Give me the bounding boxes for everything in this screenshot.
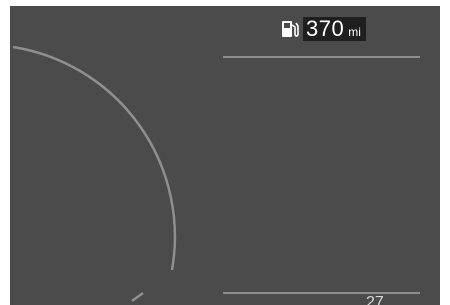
fuel-range-unit: mi [348,25,361,39]
top-divider [223,56,420,58]
fuel-pump-icon [282,21,299,37]
bottom-divider [223,292,420,294]
bottom-readout: 27 [366,294,384,305]
gauge-arc [12,45,177,303]
fuel-range-value: 370 [306,16,345,41]
fuel-range-readout: 370 mi [303,17,366,41]
fuel-range-indicator: 370 mi [280,17,366,41]
gauge-arc-stroke [12,45,177,271]
display-frame: 370 mi 27 [0,0,450,305]
gauge-arc-tail [131,291,144,303]
instrument-cluster-screen: 370 mi 27 [10,6,440,305]
